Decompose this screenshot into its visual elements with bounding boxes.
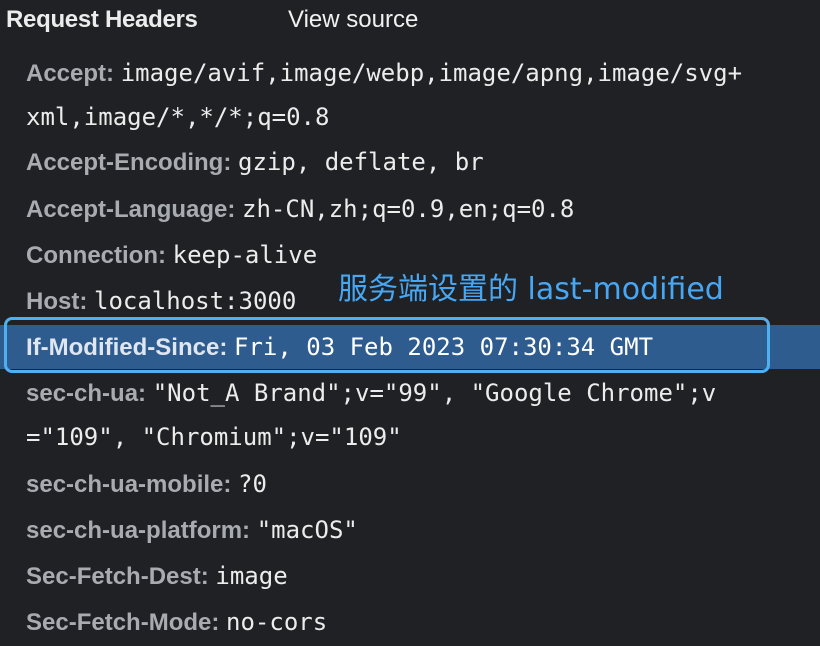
header-value: image (215, 562, 288, 590)
header-row-accept: Accept: image/avif,image/webp,image/apng… (26, 57, 742, 90)
header-name: sec-ch-ua: (26, 380, 147, 407)
section-title[interactable]: Request Headers (6, 6, 198, 34)
header-row-connection: Connection: keep-alive (26, 239, 317, 272)
header-name: sec-ch-ua-platform: (26, 517, 251, 544)
view-source-link[interactable]: View source (288, 6, 418, 34)
header-row-sec-ch-ua-platform: sec-ch-ua-platform: "macOS" (26, 514, 358, 547)
header-name: Sec-Fetch-Mode: (26, 609, 220, 636)
header-value: "Not_A Brand";v="99", "Google Chrome";v (152, 379, 717, 407)
header-value: image/avif,image/webp,image/apng,image/s… (120, 59, 743, 87)
header-row-accept-encoding: Accept-Encoding: gzip, deflate, br (26, 146, 484, 179)
header-row-accept-language: Accept-Language: zh-CN,zh;q=0.9,en;q=0.8 (26, 193, 574, 226)
header-name: Accept: (26, 60, 115, 87)
request-headers-section-header[interactable]: Request Headers View source (0, 0, 820, 42)
annotation-text: 服务端设置的 last-modified (338, 272, 724, 307)
header-value: "macOS" (256, 516, 358, 544)
header-value: no-cors (226, 608, 328, 636)
header-value: keep-alive (172, 241, 318, 269)
header-name: Accept-Language: (26, 196, 236, 223)
header-row-sec-fetch-dest: Sec-Fetch-Dest: image (26, 560, 288, 593)
header-name: Accept-Encoding: (26, 149, 232, 176)
header-row-sec-fetch-mode: Sec-Fetch-Mode: no-cors (26, 606, 327, 639)
header-name: Connection: (26, 242, 166, 269)
header-name: Sec-Fetch-Dest: (26, 563, 209, 590)
annotation-highlight-box (4, 317, 770, 373)
header-value-continuation: xml,image/*,*/*;q=0.8 (26, 103, 330, 131)
header-name: Host: (26, 288, 88, 315)
devtools-headers-panel: Request Headers View source Accept: imag… (0, 0, 820, 646)
header-row-host: Host: localhost:3000 (26, 285, 296, 318)
header-row-sec-ch-ua: sec-ch-ua: "Not_A Brand";v="99", "Google… (26, 377, 716, 410)
header-value: ?0 (238, 470, 267, 498)
header-row-sec-ch-ua-mobile: sec-ch-ua-mobile: ?0 (26, 468, 267, 501)
header-value: localhost:3000 (94, 287, 297, 315)
header-name: sec-ch-ua-mobile: (26, 471, 232, 498)
header-value: gzip, deflate, br (238, 148, 484, 176)
header-value-continuation: ="109", "Chromium";v="109" (26, 423, 402, 451)
header-value: zh-CN,zh;q=0.9,en;q=0.8 (242, 195, 575, 223)
